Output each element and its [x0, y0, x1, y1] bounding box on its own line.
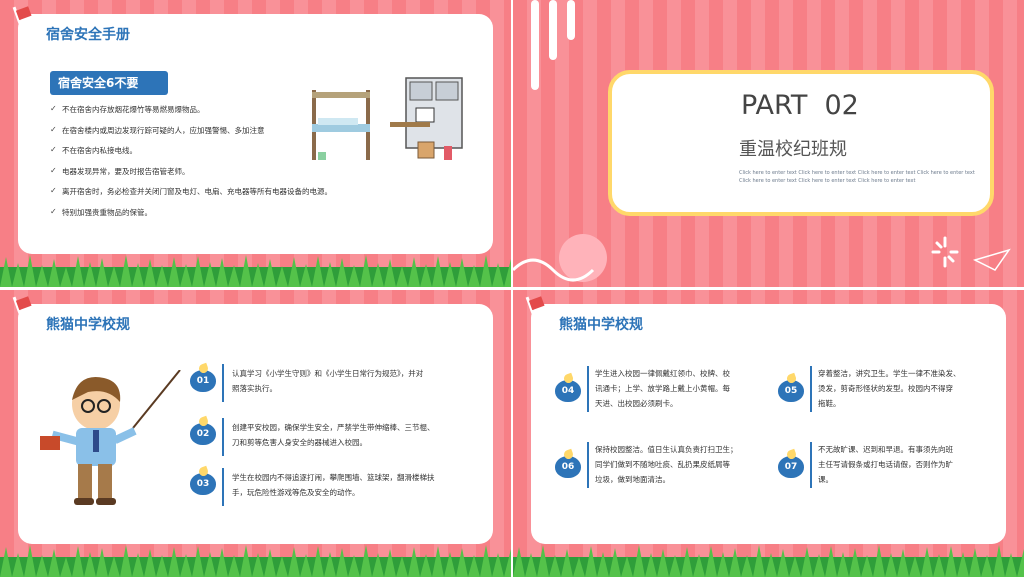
- flag-icon: [12, 296, 32, 328]
- section-subtitle: 重温校纪班规: [739, 139, 847, 160]
- content-card: [531, 304, 1006, 544]
- list-item: ✓ 不在宿舍内存放烟花爆竹等易燃易爆物品。: [50, 104, 300, 125]
- divider: [810, 442, 812, 488]
- number-badge: 01: [190, 370, 216, 392]
- teacher-illustration: [40, 370, 181, 505]
- slide-title: 宿舍安全手册: [46, 27, 130, 43]
- number-badge: 05: [778, 380, 804, 402]
- part-heading: PART 02: [741, 90, 859, 121]
- sparkle-icon: [931, 236, 1011, 271]
- number-badge: 04: [555, 380, 581, 402]
- check-icon: ✓: [50, 104, 57, 113]
- list-item: ✓ 在宿舍楼内或周边发现行踪可疑的人，应加强警惕、多加注意: [50, 125, 300, 146]
- number-badge: 07: [778, 456, 804, 478]
- list-item: ✓ 离开宿舍时，务必检查并关闭门窗及电灯、电扇、充电器等所有电器设备的电源。: [50, 186, 332, 207]
- slide-thumbnail-1[interactable]: 宿舍安全手册 宿舍安全6不要 ✓ 不在宿舍内存放烟花爆竹等易燃易爆物品。 ✓ 在宿舍…: [0, 0, 511, 287]
- section-badge: 宿舍安全6不要: [50, 71, 168, 95]
- circle-decoration: [513, 234, 607, 282]
- rule-text: 学生进入校园一律佩戴红领巾、校牌、校 讯通卡；上学、放学路上戴上小黄帽。每 天进、出…: [595, 369, 730, 408]
- grass-decoration: [0, 545, 511, 577]
- rule-text: 不在宿舍内存放烟花爆竹等易燃易爆物品。: [62, 105, 205, 114]
- flag-icon: [525, 296, 545, 328]
- rule-list: ✓ 不在宿舍内存放烟花爆竹等易燃易爆物品。 ✓ 在宿舍楼内或周边发现行踪可疑的人，应…: [50, 104, 332, 228]
- divider: [222, 364, 224, 402]
- grass-decoration: [0, 255, 511, 287]
- check-icon: ✓: [50, 145, 57, 154]
- grass-decoration: [513, 545, 1024, 577]
- check-icon: ✓: [50, 206, 57, 216]
- list-item: ✓ 不在宿舍内私接电线。: [50, 145, 300, 166]
- check-icon: ✓: [50, 186, 57, 195]
- slide-title: 熊猫中学校规: [46, 317, 130, 333]
- divider: [587, 366, 589, 412]
- divider: [222, 468, 224, 506]
- rule-text: 在宿舍楼内或周边发现行踪可疑的人，应加强警惕、多加注意: [62, 125, 265, 135]
- slide-grid: 宿舍安全手册 宿舍安全6不要 ✓ 不在宿舍内存放烟花爆竹等易燃易爆物品。 ✓ 在宿舍…: [0, 0, 1024, 577]
- check-icon: ✓: [50, 124, 57, 134]
- list-item: ✓ 特别加强贵重物品的保管。: [50, 207, 300, 228]
- slide-thumbnail-4[interactable]: 熊猫中学校规 04 学生进入校园一律佩戴红领巾、校牌、校 讯通卡；上学、放学路上戴…: [513, 290, 1024, 577]
- list-item: ✓ 电器发现异常，要及时报告宿管老师。: [50, 166, 300, 187]
- dorm-room-illustration: [312, 77, 463, 160]
- rule-text: 不无故旷课、迟到和早退。有事须先向班 主任写请假条或打电话请假，否则作为旷 课。: [818, 445, 953, 484]
- check-icon: ✓: [50, 165, 57, 175]
- rule-text: 不在宿舍内私接电线。: [62, 146, 137, 155]
- rule-text: 创建平安校园，确保学生安全，严禁学生带伸缩棒、三节棍、 刀和剪等危害人身安全的器械…: [232, 423, 435, 447]
- rule-text: 电器发现异常，要及时报告宿管老师。: [62, 166, 190, 176]
- divider: [587, 442, 589, 488]
- flag-icon: [12, 6, 32, 38]
- divider: [222, 418, 224, 456]
- rule-text: 特别加强贵重物品的保管。: [62, 207, 152, 217]
- rule-text: 离开宿舍时，务必检查并关闭门窗及电灯、电扇、充电器等所有电器设备的电源。: [62, 187, 332, 196]
- divider: [810, 366, 812, 412]
- slide-thumbnail-2[interactable]: PART 02 重温校纪班规 Click here to enter text …: [513, 0, 1024, 287]
- slide-title: 熊猫中学校规: [559, 317, 643, 333]
- number-badge: 03: [190, 473, 216, 495]
- number-badge: 02: [190, 423, 216, 445]
- rule-text: 学生在校园内不得追逐打闹，攀爬围墙、篮球架，翻滑楼梯扶 手，玩危险性游戏等危及安全…: [232, 473, 435, 497]
- rule-text: 穿着整洁，讲究卫生。学生一律不准染发、 烫发，剪奇形怪状的发型。校园内不得穿 拖鞋。: [818, 369, 961, 408]
- slide-thumbnail-3[interactable]: 熊猫中学校规 01 认真学习《小学生守则》和《小学生日常行为规范》，并对 照落实执…: [0, 290, 511, 577]
- number-badge: 06: [555, 456, 581, 478]
- placeholder-text[interactable]: Click here to enter text Click here to e…: [739, 169, 979, 185]
- rule-text: 认真学习《小学生守则》和《小学生日常行为规范》，并对 照落实执行。: [232, 369, 424, 393]
- rule-text: 保持校园整洁。值日生认真负责打扫卫生； 同学们做到不随地吐痰、乱扔果皮纸屑等 垃圾，…: [595, 445, 738, 484]
